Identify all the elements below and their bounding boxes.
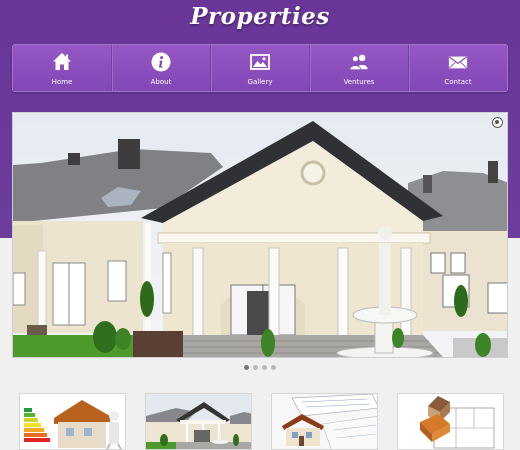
energy-rating-house-image (20, 394, 125, 449)
floorplan-image (398, 394, 503, 449)
slider-pagination (0, 365, 520, 370)
info-icon (151, 52, 171, 72)
nav-item-about[interactable]: About (111, 45, 210, 91)
thumbnail-mansion[interactable] (145, 393, 252, 450)
slider-dot-3[interactable] (262, 365, 267, 370)
thumbnail-energy-rating[interactable] (19, 393, 126, 450)
nav-label-about: About (150, 78, 172, 86)
nav-item-contact[interactable]: Contact (408, 45, 507, 91)
nav-label-home: Home (51, 78, 73, 86)
site-title[interactable]: Properties (0, 3, 520, 30)
image-icon (250, 54, 270, 70)
blueprint-house-image (272, 394, 377, 449)
main-nav: Home About Gallery Ventures Contact (12, 44, 508, 92)
nav-item-ventures[interactable]: Ventures (309, 45, 408, 91)
nav-item-gallery[interactable]: Gallery (210, 45, 309, 91)
nav-label-contact: Contact (444, 78, 472, 86)
nav-label-ventures: Ventures (343, 78, 375, 86)
slider-dot-1[interactable] (244, 365, 249, 370)
slider-dot-2[interactable] (253, 365, 258, 370)
hero-house-image (13, 113, 507, 357)
nav-item-home[interactable]: Home (13, 45, 111, 91)
pause-circle-icon[interactable] (492, 117, 503, 128)
home-icon (53, 53, 71, 70)
thumbnail-floorplan[interactable] (397, 393, 504, 450)
mail-icon (448, 56, 468, 69)
slider-dot-4[interactable] (271, 365, 276, 370)
feature-thumbnails (19, 393, 507, 450)
mansion-photo-image (146, 394, 251, 449)
thumbnail-blueprint[interactable] (271, 393, 378, 450)
nav-label-gallery: Gallery (247, 78, 273, 86)
hero-slider[interactable] (12, 112, 508, 358)
users-icon (349, 54, 368, 71)
